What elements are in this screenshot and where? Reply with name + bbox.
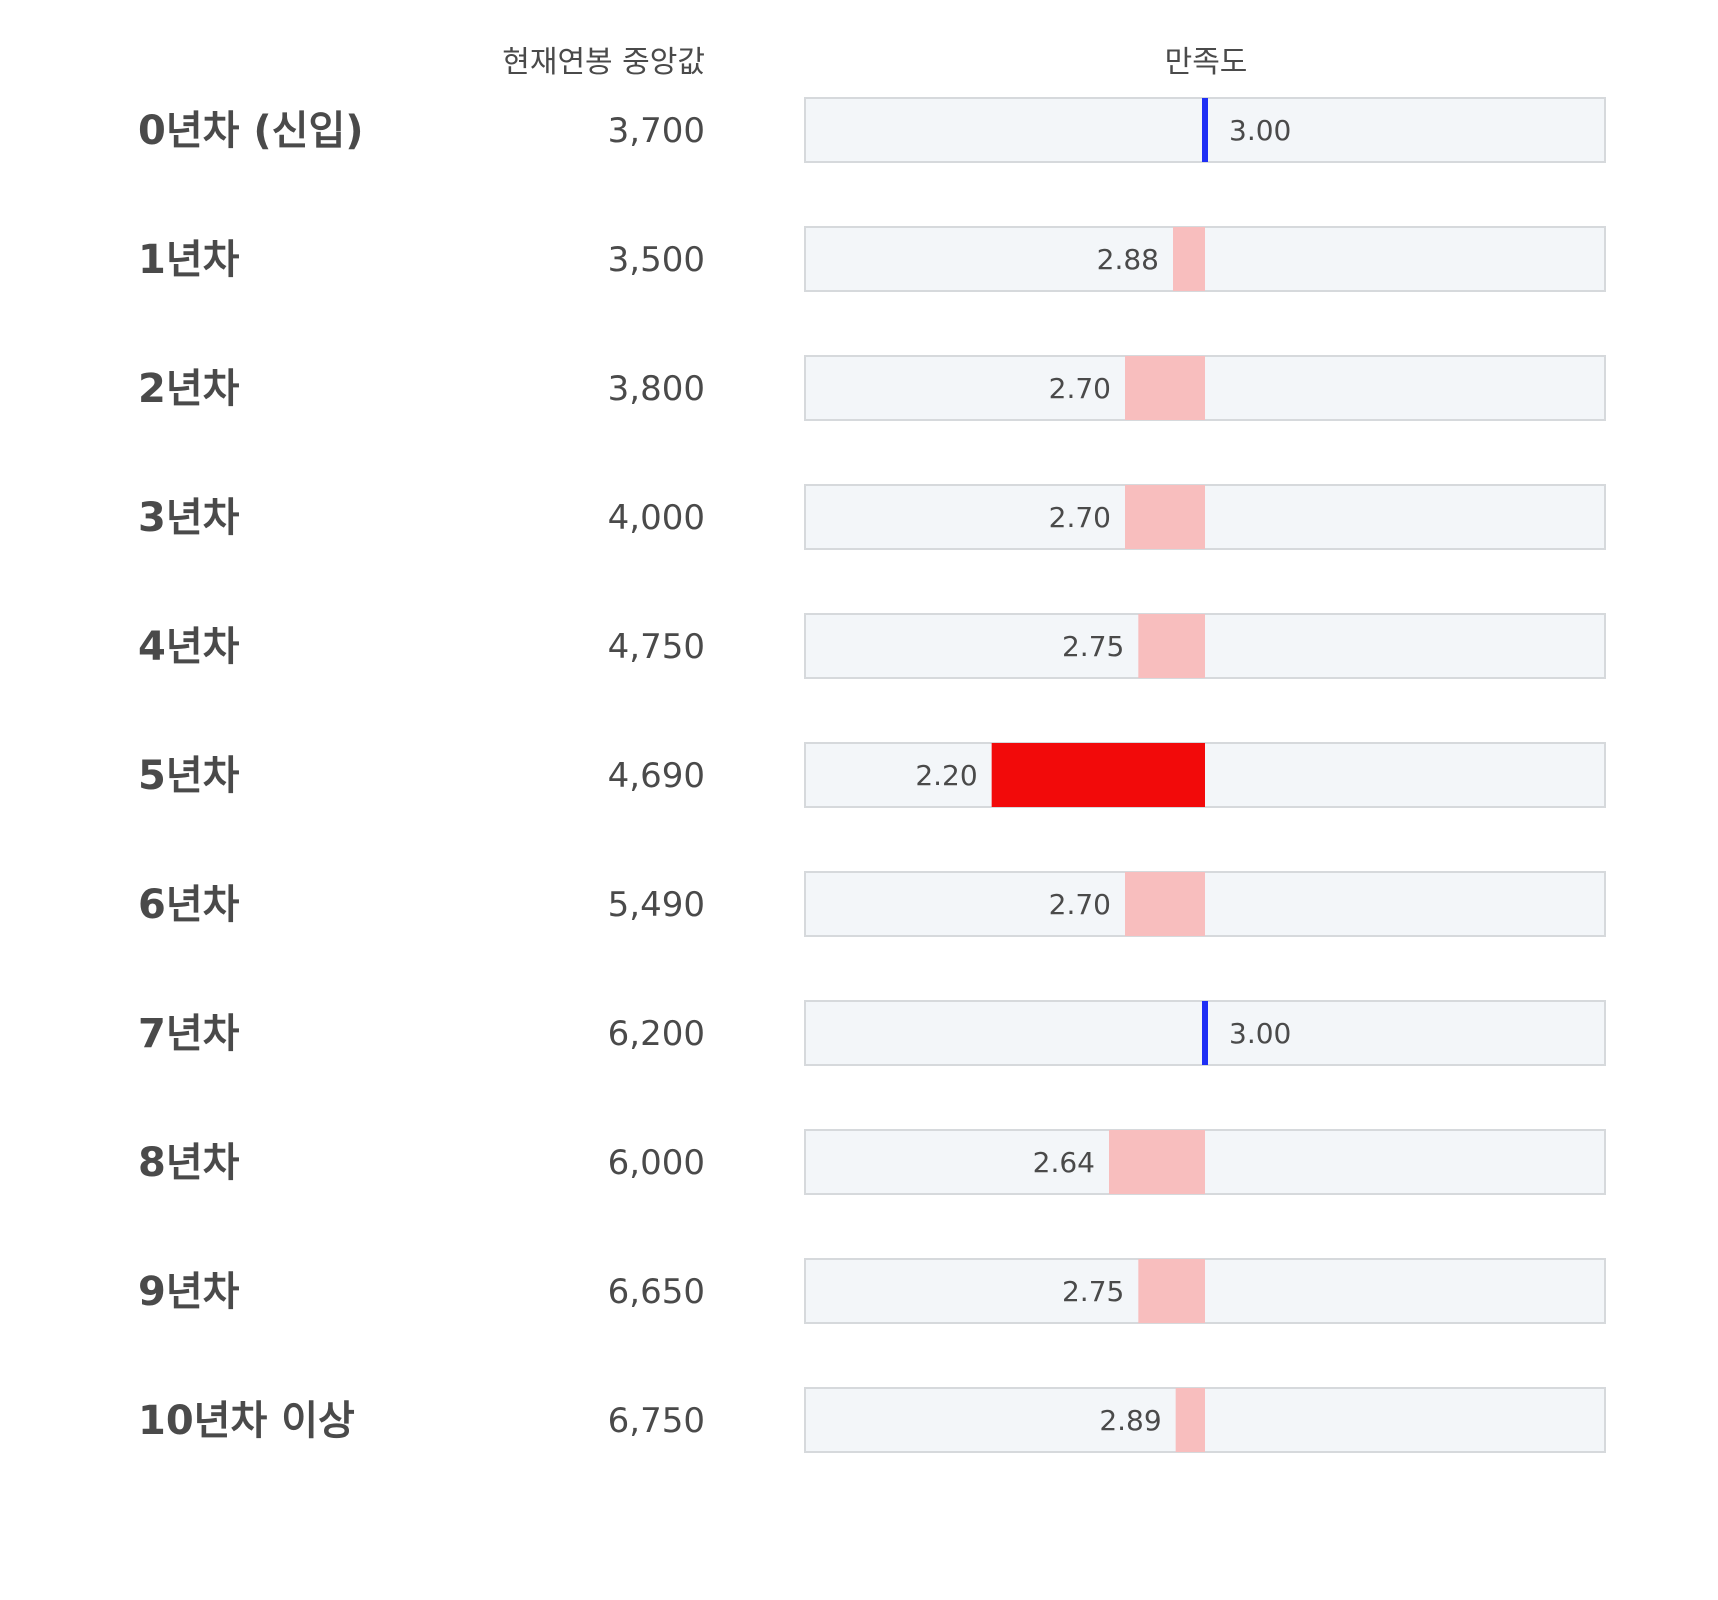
- satisfaction-value-label: 2.75: [1062, 630, 1124, 663]
- salary-median-value: 4,000: [608, 498, 705, 538]
- satisfaction-value-label: 2.75: [1062, 1275, 1124, 1308]
- satisfaction-value-label: 2.70: [1049, 501, 1111, 534]
- row-label: 9년차: [138, 1269, 240, 1315]
- satisfaction-bar: [1138, 614, 1205, 678]
- salary-column-header: 현재연봉 중앙값: [502, 45, 705, 80]
- salary-median-value: 6,200: [608, 1014, 705, 1054]
- satisfaction-bar: [1125, 485, 1205, 549]
- satisfaction-value-label: 2.89: [1099, 1404, 1161, 1437]
- satisfaction-bar: [1173, 227, 1205, 291]
- salary-median-value: 3,500: [608, 240, 705, 280]
- row-label: 0년차 (신입): [138, 108, 364, 154]
- row-label: 4년차: [138, 624, 240, 670]
- salary-median-value: 5,490: [608, 885, 705, 925]
- satisfaction-bar: [1125, 872, 1205, 936]
- satisfaction-value-label: 2.70: [1049, 888, 1111, 921]
- chart-rows: 0년차 (신입) 3,700 3.00 1년차 3,500 2.88 2년차 3,800 2.7…: [138, 97, 1606, 1453]
- row-label: 6년차: [138, 882, 240, 928]
- salary-median-value: 6,650: [608, 1272, 705, 1312]
- row-label: 8년차: [138, 1140, 240, 1186]
- satisfaction-bar: [1125, 356, 1205, 420]
- salary-median-value: 4,750: [608, 627, 705, 667]
- salary-median-value: 4,690: [608, 756, 705, 796]
- satisfaction-value-label: 3.00: [1229, 1017, 1291, 1050]
- satisfaction-bar: [991, 743, 1205, 807]
- satisfaction-column-header: 만족도: [1165, 45, 1248, 80]
- satisfaction-value-label: 2.20: [915, 759, 977, 792]
- row-label: 1년차: [138, 237, 240, 283]
- satisfaction-by-experience-chart: 현재연봉 중앙값 만족도 0년차 (신입) 3,700 3.00 1년차 3,500 2.…: [138, 45, 1606, 1453]
- row-label: 5년차: [138, 753, 240, 799]
- salary-median-value: 6,000: [608, 1143, 705, 1183]
- satisfaction-value-label: 2.88: [1097, 243, 1159, 276]
- satisfaction-bar: [1138, 1259, 1205, 1323]
- satisfaction-marker: [1202, 98, 1208, 162]
- row-label: 7년차: [138, 1011, 240, 1057]
- satisfaction-marker: [1202, 1001, 1208, 1065]
- row-label: 3년차: [138, 495, 240, 541]
- satisfaction-value-label: 2.64: [1033, 1146, 1095, 1179]
- row-label: 2년차: [138, 366, 240, 412]
- salary-median-value: 3,700: [608, 111, 705, 151]
- row-label: 10년차 이상: [138, 1398, 355, 1444]
- satisfaction-value-label: 3.00: [1229, 114, 1291, 147]
- salary-median-value: 3,800: [608, 369, 705, 409]
- satisfaction-bar: [1175, 1388, 1205, 1452]
- satisfaction-value-label: 2.70: [1049, 372, 1111, 405]
- salary-median-value: 6,750: [608, 1401, 705, 1441]
- satisfaction-bar: [1109, 1130, 1205, 1194]
